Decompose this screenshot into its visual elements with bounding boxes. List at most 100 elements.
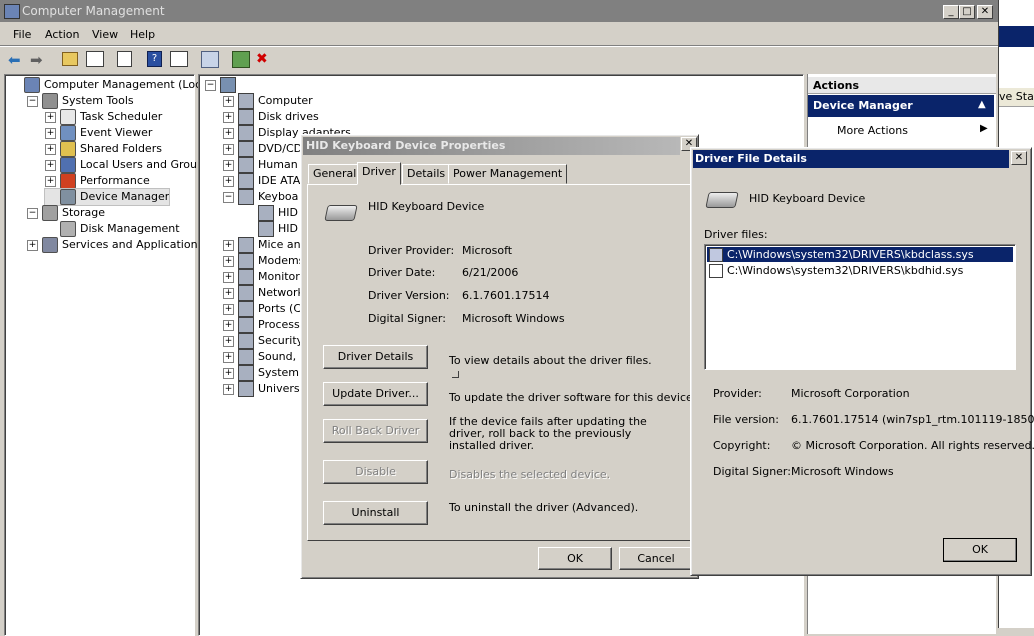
- device-category[interactable]: − Keyboa: [223, 189, 298, 205]
- tree-expander-icon[interactable]: +: [45, 111, 56, 123]
- device-category[interactable]: + Monitors: [223, 269, 306, 285]
- roll-back-driver-button[interactable]: Roll Back Driver: [323, 419, 428, 443]
- update-driver-button[interactable]: Update Driver...: [323, 382, 428, 406]
- device-category[interactable]: + Human I: [223, 157, 304, 173]
- menu-action[interactable]: Action: [45, 28, 79, 41]
- tree-expander-icon[interactable]: +: [223, 271, 234, 283]
- tree-expander-icon[interactable]: +: [223, 143, 234, 155]
- tree-expander-icon[interactable]: +: [223, 383, 234, 395]
- export-list-icon[interactable]: [117, 51, 132, 67]
- forward-icon[interactable]: ➡: [30, 51, 43, 69]
- tab-power-management[interactable]: Power Management: [448, 164, 568, 184]
- tree-expander-icon[interactable]: +: [223, 255, 234, 267]
- tree-item[interactable]: + Shared Folders: [45, 141, 162, 157]
- tree-expander-icon[interactable]: +: [223, 239, 234, 251]
- device-category[interactable]: + IDE ATA: [223, 173, 300, 189]
- show-action-pane-icon[interactable]: [170, 51, 188, 67]
- tree-item[interactable]: + Services and Applications: [27, 237, 203, 253]
- tree-item-icon: [60, 173, 76, 189]
- tree-expander-icon[interactable]: −: [27, 207, 38, 219]
- device-category[interactable]: + Network: [223, 285, 304, 301]
- tab-general[interactable]: General: [308, 164, 362, 184]
- tree-expander-icon[interactable]: +: [223, 335, 234, 347]
- help-icon[interactable]: ?: [147, 51, 162, 67]
- driver-file-row[interactable]: C:\Windows\system32\DRIVERS\kbdclass.sys: [707, 247, 1013, 262]
- tree-item[interactable]: + Local Users and Groups: [45, 157, 210, 173]
- tree-item[interactable]: − System Tools: [27, 93, 134, 109]
- uninstall-button[interactable]: Uninstall: [323, 501, 428, 525]
- properties-ok-button[interactable]: OK: [538, 547, 612, 570]
- device-category-icon: [238, 93, 254, 109]
- tree-item[interactable]: Computer Management (Local): [9, 77, 215, 93]
- tree-item-label: Computer Management (Local): [44, 78, 216, 91]
- tab-details[interactable]: Details: [402, 164, 451, 184]
- tree-expander-icon[interactable]: +: [223, 111, 234, 123]
- details-title-bar[interactable]: Driver File Details: [693, 150, 1009, 168]
- details-ok-button[interactable]: OK: [943, 538, 1017, 562]
- disable-button[interactable]: Disable: [323, 460, 428, 484]
- tree-item[interactable]: + Task Scheduler: [45, 109, 162, 125]
- tree-expander-icon[interactable]: +: [223, 319, 234, 331]
- device-tree-root[interactable]: −: [205, 77, 240, 93]
- tree-expander-icon[interactable]: +: [223, 303, 234, 315]
- device-category[interactable]: + System: [223, 365, 299, 381]
- device-category[interactable]: + Computer: [223, 93, 313, 109]
- device-category[interactable]: + Security: [223, 333, 303, 349]
- more-actions-item[interactable]: More Actions ▶: [808, 121, 994, 139]
- minimize-button[interactable]: _: [943, 5, 959, 19]
- details-close-button[interactable]: ✕: [1011, 151, 1027, 165]
- tree-item[interactable]: Disk Management: [45, 221, 180, 237]
- menu-help[interactable]: Help: [130, 28, 155, 41]
- up-folder-icon[interactable]: [62, 52, 78, 66]
- tree-item[interactable]: + Event Viewer: [45, 125, 152, 141]
- tree-item[interactable]: + Performance: [45, 173, 150, 189]
- update-driver-icon[interactable]: [232, 51, 250, 68]
- tree-expander-icon[interactable]: +: [223, 159, 234, 171]
- tree-expander-icon[interactable]: +: [223, 95, 234, 107]
- tree-expander-icon[interactable]: +: [45, 143, 56, 155]
- tree-expander-icon[interactable]: +: [45, 127, 56, 139]
- tree-expander-icon[interactable]: +: [223, 367, 234, 379]
- tree-expander-icon[interactable]: +: [223, 351, 234, 363]
- tree-expander-icon[interactable]: −: [27, 95, 38, 107]
- device-category[interactable]: + Process: [223, 317, 300, 333]
- tree-expander-icon[interactable]: +: [223, 287, 234, 299]
- properties-title-bar[interactable]: HID Keyboard Device Properties: [303, 137, 680, 155]
- tree-item[interactable]: Device Manager: [43, 188, 171, 206]
- menu-file[interactable]: File: [13, 28, 31, 41]
- device-category[interactable]: + Mice and: [223, 237, 308, 253]
- device-category[interactable]: + Modems: [223, 253, 304, 269]
- device-category[interactable]: HID: [243, 205, 298, 221]
- device-category[interactable]: + DVD/CD: [223, 141, 302, 157]
- actions-section-device-manager[interactable]: Device Manager ▲: [808, 95, 994, 117]
- device-category[interactable]: + Disk drives: [223, 109, 319, 125]
- device-category[interactable]: + Ports (C: [223, 301, 301, 317]
- device-category[interactable]: HID: [243, 221, 298, 237]
- device-category[interactable]: + Univers: [223, 381, 300, 397]
- tree-expander-icon[interactable]: +: [45, 159, 56, 171]
- collapse-arrow-icon[interactable]: ▲: [978, 99, 986, 110]
- tree-expander-icon[interactable]: −: [223, 191, 234, 203]
- close-button[interactable]: ✕: [977, 5, 993, 19]
- maximize-button[interactable]: □: [959, 5, 975, 19]
- tree-item[interactable]: − Storage: [27, 205, 105, 221]
- driver-file-row[interactable]: C:\Windows\system32\DRIVERS\kbdhid.sys: [707, 263, 1013, 278]
- device-category[interactable]: + Sound,: [223, 349, 296, 365]
- scan-hardware-icon[interactable]: [201, 51, 219, 68]
- properties-cancel-button[interactable]: Cancel: [619, 547, 693, 570]
- tree-item-icon: [42, 237, 58, 253]
- tree-expander-icon[interactable]: +: [27, 239, 38, 251]
- tree-item-label: Task Scheduler: [80, 110, 163, 123]
- tree-expander-icon[interactable]: −: [205, 79, 216, 91]
- back-icon[interactable]: ⬅: [8, 51, 21, 69]
- tree-expander-icon[interactable]: +: [45, 175, 56, 187]
- menu-view[interactable]: View: [92, 28, 118, 41]
- tab-driver[interactable]: Driver: [357, 162, 401, 185]
- main-title-bar[interactable]: Computer Management _ □ ✕: [0, 0, 998, 22]
- show-hide-tree-icon[interactable]: [86, 51, 104, 67]
- driver-details-button[interactable]: Driver Details: [323, 345, 428, 369]
- tree-expander-icon[interactable]: +: [223, 127, 234, 139]
- driver-files-list[interactable]: C:\Windows\system32\DRIVERS\kbdclass.sys…: [704, 244, 1016, 370]
- tree-expander-icon[interactable]: +: [223, 175, 234, 187]
- uninstall-icon[interactable]: ✖: [256, 51, 268, 67]
